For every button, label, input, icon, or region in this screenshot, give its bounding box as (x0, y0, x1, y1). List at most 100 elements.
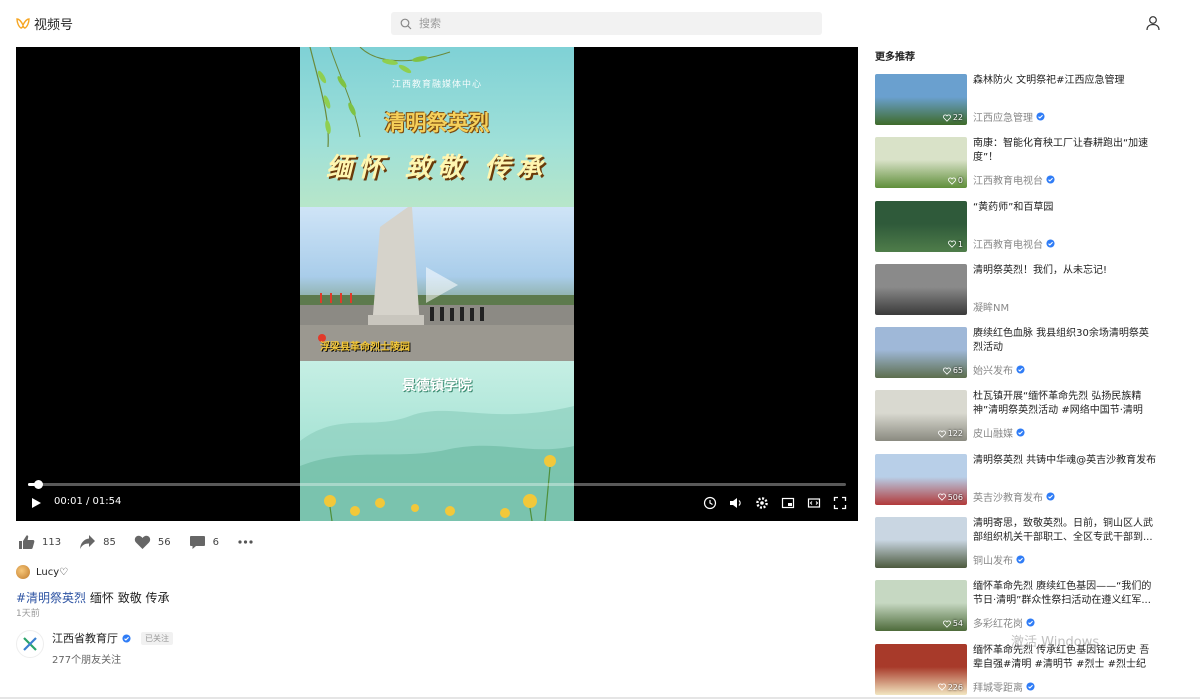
comment-button[interactable]: 6 (189, 534, 219, 550)
like-count-value: 226 (947, 682, 963, 692)
video-scene-title: 江西教育融媒体中心 清明祭英烈 缅怀 致敬 传承 (300, 47, 574, 207)
search-input[interactable] (419, 17, 799, 30)
volume-button[interactable] (728, 495, 744, 511)
settings-button[interactable] (754, 495, 770, 511)
recommendation-item[interactable]: 122 杜瓦镇开展“缅怀革命先烈 弘扬民族精神”清明祭英烈活动 #网络中国节·清明… (875, 390, 1175, 453)
video-scene-school: 景德镇学院 (300, 361, 574, 521)
author-name[interactable]: 江西省教育厅 (52, 630, 118, 646)
heart-outline-icon (947, 177, 956, 185)
play-overlay-icon[interactable] (420, 265, 460, 305)
video-overlay-header: 江西教育融媒体中心 (391, 80, 482, 90)
heart-icon (134, 535, 150, 549)
author-name: 江西教育电视台 (973, 239, 1043, 251)
author-avatar[interactable] (16, 630, 44, 658)
author-name: 江西应急管理 (973, 113, 1033, 124)
followed-badge[interactable]: 已关注 (141, 631, 173, 645)
author-card[interactable]: 江西省教育厅 已关注 277个朋友关注 (16, 630, 173, 666)
recommendation-item[interactable]: 清明寄思，致敬英烈。日前，铜山区人武部组织机关干部职工、全区专武干部到... 铜山… (875, 517, 1175, 580)
thumbnail-like-count: 1 (947, 240, 963, 249)
recommendation-thumbnail[interactable]: 0 (875, 137, 967, 189)
recommendation-title[interactable]: 杜瓦镇开展“缅怀革命先烈 弘扬民族精神”清明祭英烈活动 #网络中国节·清明 （来… (973, 390, 1158, 418)
heart-outline-icon (937, 683, 946, 691)
recommendation-author[interactable]: 多彩红花岗 (973, 615, 1035, 630)
fullscreen-button[interactable] (832, 495, 848, 511)
video-player[interactable]: 江西教育融媒体中心 清明祭英烈 缅怀 致敬 传承 浮梁县革命烈士陵园 景德镇学院… (16, 47, 858, 521)
like-button[interactable]: 113 (18, 534, 61, 550)
recommendation-title[interactable]: 缅怀革命先烈 赓续红色基因——“我们的节日·清明”群众性祭扫活动在遵义红军... (973, 580, 1158, 608)
play-icon[interactable] (30, 497, 42, 509)
app-logo[interactable]: 视频号 (16, 14, 73, 33)
recommendation-thumbnail[interactable]: 1 (875, 200, 967, 252)
wide-mode-button[interactable] (806, 495, 822, 511)
recommendation-item[interactable]: 22 森林防火 文明祭祀#江西应急管理 江西应急管理 (875, 74, 1175, 137)
recommendation-item[interactable]: 清明祭英烈！我们，从未忘记! 凝眸NM (875, 263, 1175, 327)
fullscreen-icon (833, 496, 847, 510)
favorite-button[interactable]: 56 (134, 534, 171, 550)
author-name: 拜城零距离 (973, 682, 1023, 694)
gear-icon (756, 497, 768, 509)
author-name: 皮山融媒 (973, 429, 1013, 441)
progress-handle[interactable] (33, 480, 43, 489)
playback-speed-button[interactable] (702, 495, 718, 511)
more-button[interactable] (237, 534, 254, 550)
recommendation-title[interactable]: “黄药师”和百草园 (973, 201, 1158, 215)
recommendation-thumbnail[interactable]: 22 (875, 74, 967, 125)
like-count-value: 0 (957, 176, 963, 186)
recommendation-thumbnail[interactable]: 506 (875, 453, 967, 505)
recommendation-item[interactable]: 506 清明祭英烈 共铸中华魂@英吉沙教育发布 英吉沙教育发布 (875, 453, 1175, 517)
recommendation-author[interactable]: 江西应急管理 (973, 109, 1045, 124)
recommendation-title[interactable]: 清明寄思，致敬英烈。日前，铜山区人武部组织机关干部职工、全区专武干部到... (973, 517, 1158, 545)
pip-button[interactable] (780, 495, 796, 511)
recommendation-author[interactable]: 皮山融媒 (973, 425, 1025, 440)
education-logo-icon (23, 637, 37, 651)
recommendation-author[interactable]: 始兴发布 (973, 362, 1025, 377)
recommendation-item[interactable]: 1 “黄药师”和百草园 江西教育电视台 (875, 200, 1175, 264)
recommendation-author[interactable]: 铜山发布 (973, 552, 1025, 567)
recommendation-item[interactable]: 0 南康：智能化育秧工厂让春耕跑出“加速度”！ 江西教育电视台 (875, 137, 1175, 200)
hashtag-link[interactable]: #清明祭英烈 (16, 591, 86, 605)
recommendation-thumbnail[interactable]: 65 (875, 327, 967, 379)
share-button[interactable]: 85 (79, 534, 116, 550)
recommendation-thumbnail[interactable]: 54 (875, 580, 967, 632)
recommendation-thumbnail[interactable]: 122 (875, 390, 967, 442)
butterfly-icon (16, 17, 30, 29)
recommendation-title[interactable]: 森林防火 文明祭祀#江西应急管理 (973, 74, 1158, 88)
heart-outline-icon (937, 493, 946, 502)
video-location-label: 浮梁县革命烈士陵园 (320, 342, 410, 353)
recommendation-author[interactable]: 英吉沙教育发布 (973, 489, 1055, 504)
like-count-value: 122 (947, 429, 963, 439)
heart-outline-icon (942, 114, 951, 122)
video-school-label: 景德镇学院 (402, 378, 472, 394)
recommendation-title[interactable]: 南康：智能化育秧工厂让春耕跑出“加速度”！ (973, 137, 1158, 165)
author-name: 始兴发布 (973, 366, 1013, 378)
author-info: 江西省教育厅 已关注 277个朋友关注 (52, 630, 173, 666)
recommendation-item[interactable]: 226 缅怀革命先烈 传承红色基因铭记历史 吾辈自强#清明 #清明节 #烈士 #烈… (875, 643, 1175, 699)
speed-icon (703, 496, 717, 510)
recommendation-author[interactable]: 江西教育电视台 (973, 236, 1055, 251)
user-icon[interactable] (1145, 15, 1161, 31)
comment-count: 6 (212, 536, 219, 548)
verified-badge-icon (1016, 555, 1025, 564)
recommendation-author[interactable]: 凝眸NM (973, 299, 1009, 314)
volume-icon (730, 498, 741, 508)
picture-in-picture-icon (781, 497, 795, 509)
author-name: 英吉沙教育发布 (973, 492, 1043, 504)
recommendation-title[interactable]: 清明祭英烈！我们，从未忘记! (973, 264, 1158, 278)
friends-following-count: 277个朋友关注 (52, 655, 122, 666)
liker-row[interactable]: Lucy♡ (16, 565, 68, 579)
author-name: 凝眸NM (973, 302, 1010, 314)
progress-bar[interactable] (28, 480, 846, 489)
thumbs-up-icon (19, 535, 35, 549)
recommendation-thumbnail[interactable]: 226 (875, 643, 967, 695)
caption-text: 缅怀 致敬 传承 (89, 591, 170, 605)
recommendation-title[interactable]: 赓续红色血脉 我县组织30余场清明祭英烈活动 (973, 327, 1158, 355)
recommendation-thumbnail[interactable] (875, 517, 967, 569)
thumbnail-like-count: 54 (942, 619, 963, 628)
recommendations-list: 22 森林防火 文明祭祀#江西应急管理 江西应急管理 0 南康：智能化育秧工厂让春耕跑出… (875, 74, 1175, 699)
recommendation-item[interactable]: 65 赓续红色血脉 我县组织30余场清明祭英烈活动始兴发布 (875, 327, 1175, 390)
recommendation-author[interactable]: 拜城零距离 (973, 679, 1035, 694)
recommendation-thumbnail[interactable] (875, 263, 967, 315)
recommendation-title[interactable]: 清明祭英烈 共铸中华魂@英吉沙教育发布 (973, 454, 1158, 468)
recommendation-author[interactable]: 江西教育电视台 (973, 172, 1055, 187)
search-box[interactable] (391, 12, 822, 35)
